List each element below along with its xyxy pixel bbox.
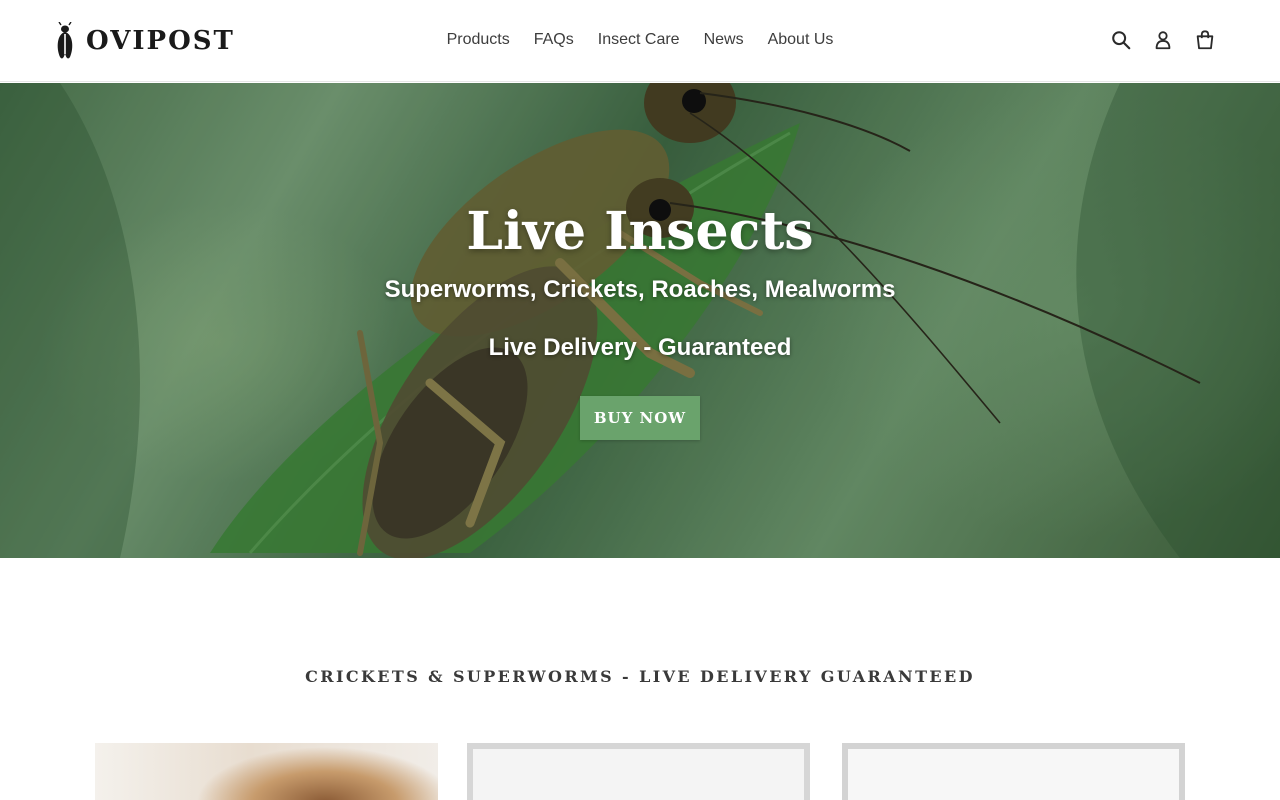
nav-item-news[interactable]: News	[692, 28, 756, 52]
product-grid	[95, 743, 1185, 800]
hero-tagline: Live Delivery - Guaranteed	[488, 334, 792, 361]
main-nav: Products FAQs Insect Care News About Us	[0, 28, 1280, 52]
product-card-image[interactable]	[842, 743, 1185, 800]
cart-icon[interactable]	[1192, 26, 1218, 54]
nav-item-products[interactable]: Products	[435, 28, 522, 52]
header-icons	[1108, 26, 1218, 54]
hero-subtitle: Superworms, Crickets, Roaches, Mealworms	[384, 276, 896, 303]
hero-banner: Live Insects Superworms, Crickets, Roach…	[0, 83, 1280, 558]
search-icon[interactable]	[1108, 26, 1134, 54]
hero-title: Live Insects	[466, 201, 814, 262]
product-card-image[interactable]	[95, 743, 438, 800]
collection-heading: CRICKETS & SUPERWORMS - LIVE DELIVERY GU…	[305, 667, 975, 686]
hero-overlay	[0, 83, 1280, 558]
nav-item-insect-care[interactable]: Insect Care	[586, 28, 692, 52]
nav-item-faqs[interactable]: FAQs	[522, 28, 586, 52]
product-card-image[interactable]	[467, 743, 810, 800]
nav-item-about-us[interactable]: About Us	[756, 28, 846, 52]
buy-now-button[interactable]: BUY NOW	[580, 396, 700, 440]
site-header: OVIPOST Products FAQs Insect Care News A…	[0, 0, 1280, 82]
account-icon[interactable]	[1150, 26, 1176, 54]
